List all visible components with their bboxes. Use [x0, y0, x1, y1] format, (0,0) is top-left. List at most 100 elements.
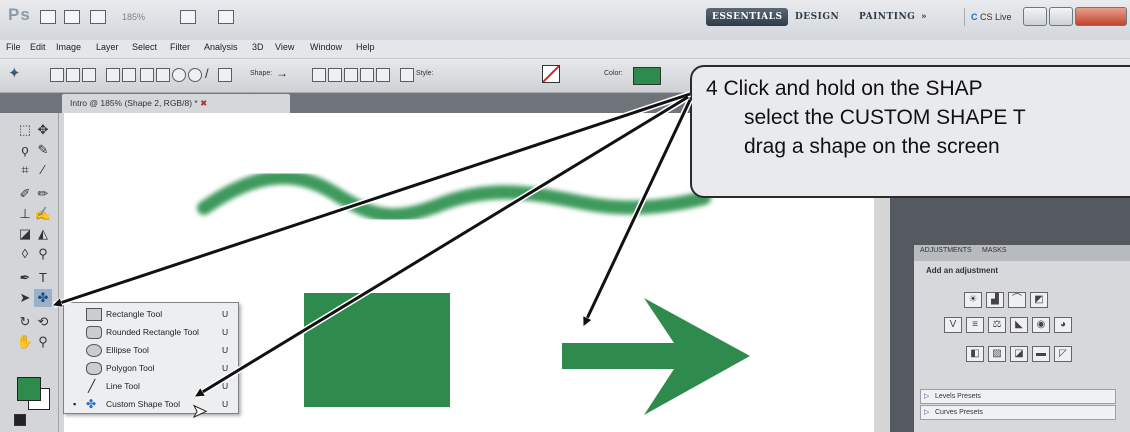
channel-mixer-icon[interactable]: ◕ — [1054, 317, 1072, 333]
menu-layer[interactable]: Layer — [96, 42, 119, 52]
mini-bridge-icon[interactable] — [64, 10, 80, 24]
menu-filter[interactable]: Filter — [170, 42, 190, 52]
workspace-essentials[interactable]: ESSENTIALS — [706, 8, 789, 26]
quick-selection-tool-icon[interactable]: ✎ — [34, 141, 52, 159]
lasso-tool-icon[interactable]: ϙ — [16, 141, 34, 159]
threshold-icon[interactable]: ◪ — [1010, 346, 1028, 362]
custom-shape-option-icon[interactable] — [218, 68, 232, 82]
dodge-tool-icon[interactable]: ⚲ — [34, 245, 52, 263]
preset-levels[interactable]: ▷ Levels Presets — [920, 389, 1116, 404]
workspace-more-button[interactable]: » — [915, 8, 933, 26]
cs-live-button[interactable]: C CS Live — [964, 8, 1021, 26]
custom-shape-tool-icon[interactable]: ✤ — [34, 289, 52, 307]
blur-tool-icon[interactable]: ◊ — [16, 245, 34, 263]
healing-brush-tool-icon[interactable]: ✐ — [16, 185, 34, 203]
brightness-contrast-icon[interactable]: ☀ — [964, 292, 982, 308]
flyout-line-tool[interactable]: ╱ Line Tool U — [64, 377, 236, 395]
preset-curves[interactable]: ▷ Curves Presets — [920, 405, 1116, 420]
exposure-icon[interactable]: ◩ — [1030, 292, 1048, 308]
flyout-rounded-rectangle-tool[interactable]: Rounded Rectangle Tool U — [64, 323, 236, 341]
close-button[interactable] — [1075, 7, 1127, 26]
clone-stamp-tool-icon[interactable]: ⊥ — [16, 205, 34, 223]
shape-tool-preset-icon[interactable]: ✦ — [8, 64, 21, 82]
eyedropper-tool-icon[interactable]: ⁄ — [34, 161, 52, 179]
polygon-option-icon[interactable] — [188, 68, 202, 82]
marquee-tool-icon[interactable]: ⬚ — [16, 121, 34, 139]
rectangle-option-icon[interactable] — [140, 68, 154, 82]
brush-tool-icon[interactable]: ✏ — [34, 185, 52, 203]
new-shape-layer-icon[interactable] — [312, 68, 326, 82]
hue-saturation-icon[interactable]: ≡ — [966, 317, 984, 333]
hand-tool-icon[interactable]: ✋ — [16, 333, 34, 351]
flyout-ellipse-tool[interactable]: Ellipse Tool U — [64, 341, 236, 359]
shape-layers-icon[interactable] — [50, 68, 64, 82]
view-extras-icon[interactable] — [90, 10, 106, 24]
style-swatch-none-icon[interactable] — [542, 65, 560, 83]
fill-pixels-icon[interactable] — [82, 68, 96, 82]
pen-tool-icon[interactable] — [106, 68, 120, 82]
exclude-shape-icon[interactable] — [376, 68, 390, 82]
tab-masks[interactable]: MASKS — [982, 247, 1007, 254]
selective-color-icon[interactable]: ◸ — [1054, 346, 1072, 362]
paths-icon[interactable] — [66, 68, 80, 82]
menu-image[interactable]: Image — [56, 42, 81, 52]
menu-help[interactable]: Help — [356, 42, 375, 52]
tab-adjustments[interactable]: ADJUSTMENTS — [920, 247, 972, 254]
selected-bullet: ▪ — [73, 399, 77, 409]
menu-view[interactable]: View — [275, 42, 294, 52]
flyout-item-label: Rounded Rectangle Tool — [106, 327, 199, 337]
shape-color-swatch[interactable] — [633, 67, 661, 85]
path-selection-tool-icon[interactable]: ➤ — [16, 289, 34, 307]
screen-mode-icon[interactable] — [218, 10, 234, 24]
3d-rotate-tool-icon[interactable]: ↻ — [16, 313, 34, 331]
add-to-shape-icon[interactable] — [328, 68, 342, 82]
invert-icon[interactable]: ◧ — [966, 346, 984, 362]
workspace-painting[interactable]: PAINTING — [853, 8, 921, 26]
foreground-color-swatch[interactable] — [17, 377, 41, 401]
posterize-icon[interactable]: ▨ — [988, 346, 1006, 362]
menu-window[interactable]: Window — [310, 42, 342, 52]
menu-select[interactable]: Select — [132, 42, 157, 52]
vibrance-icon[interactable]: V — [944, 317, 962, 333]
crop-tool-icon[interactable]: ⌗ — [16, 161, 34, 179]
arrange-documents-icon[interactable] — [180, 10, 196, 24]
subtract-shape-icon[interactable] — [344, 68, 358, 82]
freeform-pen-icon[interactable] — [122, 68, 136, 82]
flyout-item-shortcut: U — [222, 327, 229, 337]
bridge-icon[interactable] — [40, 10, 56, 24]
workspace-design[interactable]: DESIGN — [789, 8, 845, 26]
default-colors-icon[interactable] — [14, 414, 26, 426]
flyout-rectangle-tool[interactable]: Rectangle Tool U — [64, 305, 236, 323]
menu-analysis[interactable]: Analysis — [204, 42, 238, 52]
curves-icon[interactable]: ⌒ — [1008, 292, 1026, 308]
move-tool-icon[interactable]: ✥ — [34, 121, 52, 139]
zoom-tool-icon[interactable]: ⚲ — [34, 333, 52, 351]
photo-filter-icon[interactable]: ◉ — [1032, 317, 1050, 333]
gradient-tool-icon[interactable]: ◭ — [34, 225, 52, 243]
flyout-custom-shape-tool[interactable]: ▪ ✤ Custom Shape Tool U — [64, 395, 236, 413]
type-tool-icon[interactable]: T — [34, 269, 52, 287]
close-tab-icon[interactable]: ✖ — [200, 98, 207, 108]
levels-icon[interactable]: ▟ — [986, 292, 1004, 308]
menu-file[interactable]: File — [6, 42, 21, 52]
3d-orbit-tool-icon[interactable]: ⟲ — [34, 313, 52, 331]
ellipse-option-icon[interactable] — [172, 68, 186, 82]
menu-edit[interactable]: Edit — [30, 42, 46, 52]
document-tab[interactable]: Intro @ 185% (Shape 2, RGB/8) * ✖ — [62, 94, 290, 113]
link-layer-style-icon[interactable] — [400, 68, 414, 82]
maximize-button[interactable] — [1049, 7, 1073, 26]
minimize-button[interactable] — [1023, 7, 1047, 26]
black-white-icon[interactable]: ◣ — [1010, 317, 1028, 333]
zoom-level[interactable]: 185% — [122, 12, 145, 22]
pen-tool-icon[interactable]: ✒ — [16, 269, 34, 287]
rounded-rectangle-option-icon[interactable] — [156, 68, 170, 82]
intersect-shape-icon[interactable] — [360, 68, 374, 82]
line-option-icon[interactable]: / — [205, 66, 209, 81]
gradient-map-icon[interactable]: ▬ — [1032, 346, 1050, 362]
eraser-tool-icon[interactable]: ◪ — [16, 225, 34, 243]
shape-picker-arrow-icon[interactable]: → — [276, 66, 288, 80]
color-balance-icon[interactable]: ⚖ — [988, 317, 1006, 333]
menu-3d[interactable]: 3D — [252, 42, 264, 52]
flyout-polygon-tool[interactable]: Polygon Tool U — [64, 359, 236, 377]
history-brush-tool-icon[interactable]: ✍ — [34, 205, 52, 223]
